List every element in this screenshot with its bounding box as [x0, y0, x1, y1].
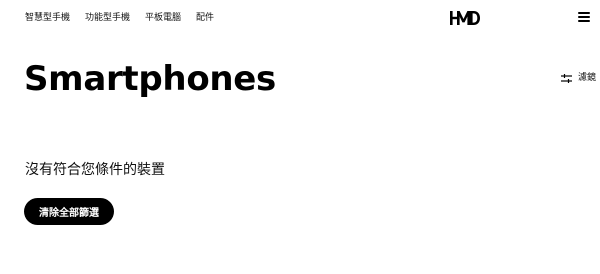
filter-label: 濾鏡 [578, 73, 597, 83]
hamburger-menu-icon-bar [578, 12, 590, 14]
filter-button[interactable]: 濾鏡 [561, 72, 596, 84]
top-nav: 智慧型手機 功能型手機 平板電腦 配件 [25, 12, 214, 24]
nav-item-feature-phones[interactable]: 功能型手機 [85, 12, 130, 24]
page: 智慧型手機 功能型手機 平板電腦 配件 Smartphones 濾鏡 沒有符合您… [0, 0, 600, 274]
sliders-icon [561, 73, 572, 83]
nav-item-tablets[interactable]: 平板電腦 [145, 12, 181, 24]
nav-item-smartphones[interactable]: 智慧型手機 [25, 12, 70, 24]
hamburger-menu-icon-bar [578, 16, 590, 18]
hmd-logo-icon [450, 11, 480, 25]
hamburger-menu-icon-bar [578, 20, 590, 22]
nav-item-accessories[interactable]: 配件 [196, 12, 214, 24]
hamburger-menu-button[interactable] [578, 12, 590, 24]
empty-results-message: 沒有符合您條件的裝置 [25, 162, 165, 178]
hmd-logo[interactable] [450, 10, 480, 26]
clear-all-filters-button[interactable]: 清除全部篩選 [24, 198, 114, 225]
page-title: Smartphones [24, 59, 276, 99]
